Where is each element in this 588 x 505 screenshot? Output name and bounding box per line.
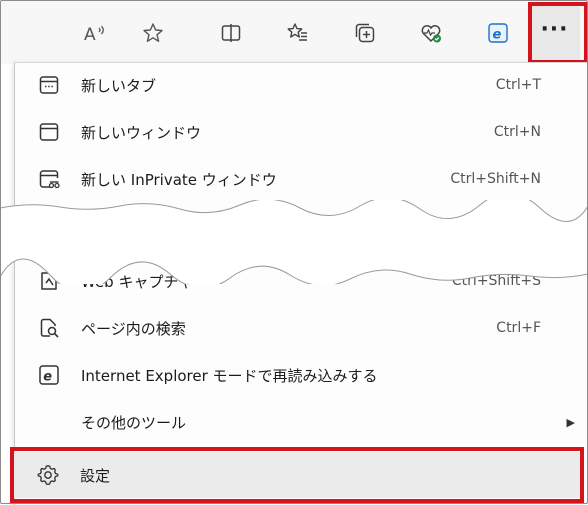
screenshot-frame <box>0 0 588 504</box>
